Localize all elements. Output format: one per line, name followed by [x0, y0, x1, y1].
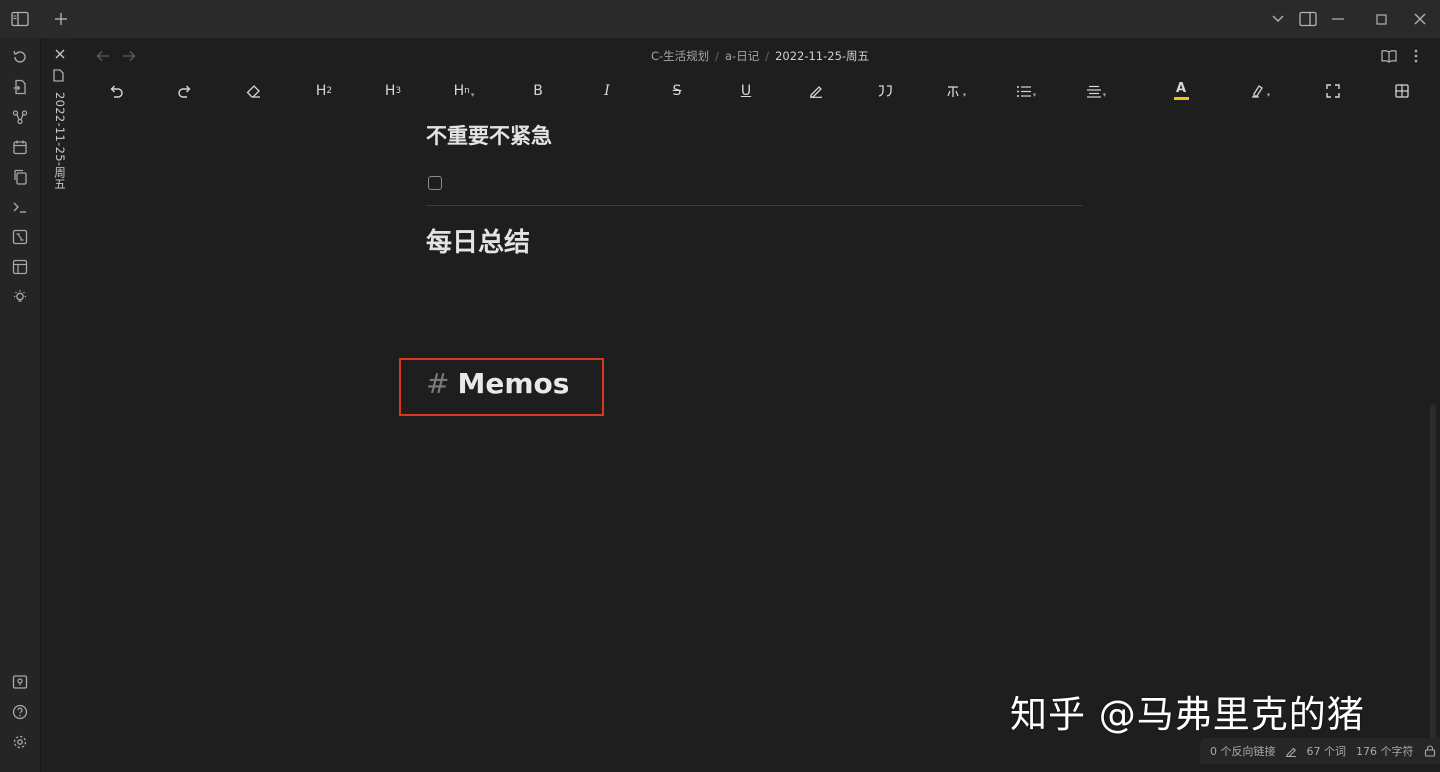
dropdown-caret-icon: ▾ — [962, 91, 967, 99]
canvas-icon[interactable] — [10, 227, 30, 247]
italic-label: I — [604, 83, 610, 99]
calendar-icon[interactable] — [10, 137, 30, 157]
font-color-bar — [1173, 97, 1189, 100]
minimize-icon[interactable] — [1328, 9, 1348, 29]
table-grid-icon[interactable] — [1386, 80, 1418, 102]
close-icon[interactable] — [1410, 9, 1430, 29]
help-icon[interactable] — [10, 702, 30, 722]
graph-icon[interactable] — [10, 107, 30, 127]
italic-button[interactable]: I — [591, 80, 623, 102]
heading-daily-summary[interactable]: 每日总结 — [426, 222, 530, 259]
text-format-icon[interactable]: ▾ — [940, 80, 972, 102]
font-color-label: A — [1175, 81, 1187, 96]
dropdown-caret-icon: ▾ — [1266, 91, 1271, 99]
edit-pencil-icon[interactable] — [1285, 745, 1297, 757]
breadcrumb-current[interactable]: 2022-11-25-周五 — [775, 49, 869, 63]
reading-view-icon[interactable] — [1380, 47, 1398, 65]
dropdown-caret-icon: ▾ — [1032, 91, 1037, 99]
heading-n-label: H — [453, 83, 465, 99]
heading-n-button[interactable]: Hn ▾ — [448, 80, 480, 102]
strikethrough-label: S — [672, 83, 682, 99]
highlight-pen-icon[interactable] — [800, 80, 832, 102]
scrollbar[interactable] — [1430, 404, 1436, 744]
heading-3-button[interactable]: H3 — [377, 80, 409, 102]
more-options-icon[interactable] — [1407, 47, 1425, 65]
lightbulb-icon[interactable] — [10, 287, 30, 307]
heading-3-sub: 3 — [395, 86, 402, 96]
dropdown-caret-icon: ▾ — [470, 91, 475, 99]
file-icon — [53, 69, 67, 83]
sync-icon[interactable] — [10, 47, 30, 67]
fill-color-icon[interactable]: ▾ — [1244, 80, 1276, 102]
editing-toolbar: H2 H3 Hn ▾ B I S U ▾ ▾ ▾ A ▾ — [80, 74, 1440, 108]
task-checkbox[interactable] — [428, 176, 442, 190]
breadcrumb-item[interactable]: C-生活规划 — [651, 49, 709, 63]
font-color-button[interactable]: A — [1165, 80, 1197, 102]
align-icon[interactable]: ▾ — [1080, 80, 1112, 102]
backlinks-count[interactable]: 0 个反向链接 — [1210, 743, 1276, 759]
bold-button[interactable]: B — [522, 80, 554, 102]
watermark: 知乎 @马弗里克的猪 — [1010, 693, 1365, 736]
settings-icon[interactable] — [10, 732, 30, 752]
view-header: C-生活规划 / a-日记 / 2022-11-25-周五 — [80, 38, 1440, 74]
terminal-icon[interactable] — [10, 197, 30, 217]
heading-3-label: H — [384, 83, 396, 99]
eraser-icon[interactable] — [238, 80, 270, 102]
undo-icon[interactable] — [100, 80, 132, 102]
underline-label: U — [740, 83, 752, 99]
breadcrumb-separator: / — [765, 49, 770, 63]
breadcrumb-item[interactable]: a-日记 — [725, 49, 759, 63]
sync-status-icon[interactable] — [1424, 745, 1436, 757]
maximize-icon[interactable] — [1371, 9, 1391, 29]
tab-title[interactable]: 2022-11-25-周五 — [52, 92, 68, 190]
dropdown-caret-icon: ▾ — [1102, 91, 1107, 99]
template-icon[interactable] — [10, 257, 30, 277]
copy-icon[interactable] — [10, 167, 30, 187]
breadcrumb-separator: / — [715, 49, 719, 63]
underline-button[interactable]: U — [730, 80, 762, 102]
strikethrough-button[interactable]: S — [661, 80, 693, 102]
horizontal-rule — [426, 205, 1083, 206]
memos-heading[interactable]: # Memos — [426, 367, 569, 400]
redo-icon[interactable] — [169, 80, 201, 102]
plus-icon[interactable] — [51, 9, 71, 29]
fullscreen-icon[interactable] — [1317, 80, 1349, 102]
heading-n-sub: n — [464, 86, 470, 96]
status-bar: 0 个反向链接 67 个词 176 个字符 — [1200, 738, 1440, 764]
memos-title: Memos — [457, 367, 570, 400]
title-bar — [0, 0, 1440, 39]
left-ribbon — [0, 38, 41, 772]
word-count: 67 个词 — [1306, 745, 1347, 758]
bold-label: B — [533, 83, 543, 99]
quote-icon[interactable] — [869, 80, 901, 102]
list-icon[interactable]: ▾ — [1010, 80, 1042, 102]
breadcrumb: C-生活规划 / a-日记 / 2022-11-25-周五 — [80, 48, 1440, 64]
vault-icon[interactable] — [10, 672, 30, 692]
close-tab-icon[interactable] — [51, 45, 69, 63]
sidebar-left-icon[interactable] — [10, 9, 30, 29]
heading-2-sub: 2 — [326, 86, 333, 96]
heading-2-label: H — [315, 83, 327, 99]
heading-not-important[interactable]: 不重要不紧急 — [426, 120, 552, 150]
char-count: 176 个字符 — [1356, 745, 1414, 758]
sidebar-right-icon[interactable] — [1298, 9, 1318, 29]
heading-hash-mark: # — [426, 367, 450, 400]
heading-2-button[interactable]: H2 — [308, 80, 340, 102]
file-open-icon[interactable] — [10, 77, 30, 97]
chevron-down-icon[interactable] — [1268, 9, 1288, 29]
